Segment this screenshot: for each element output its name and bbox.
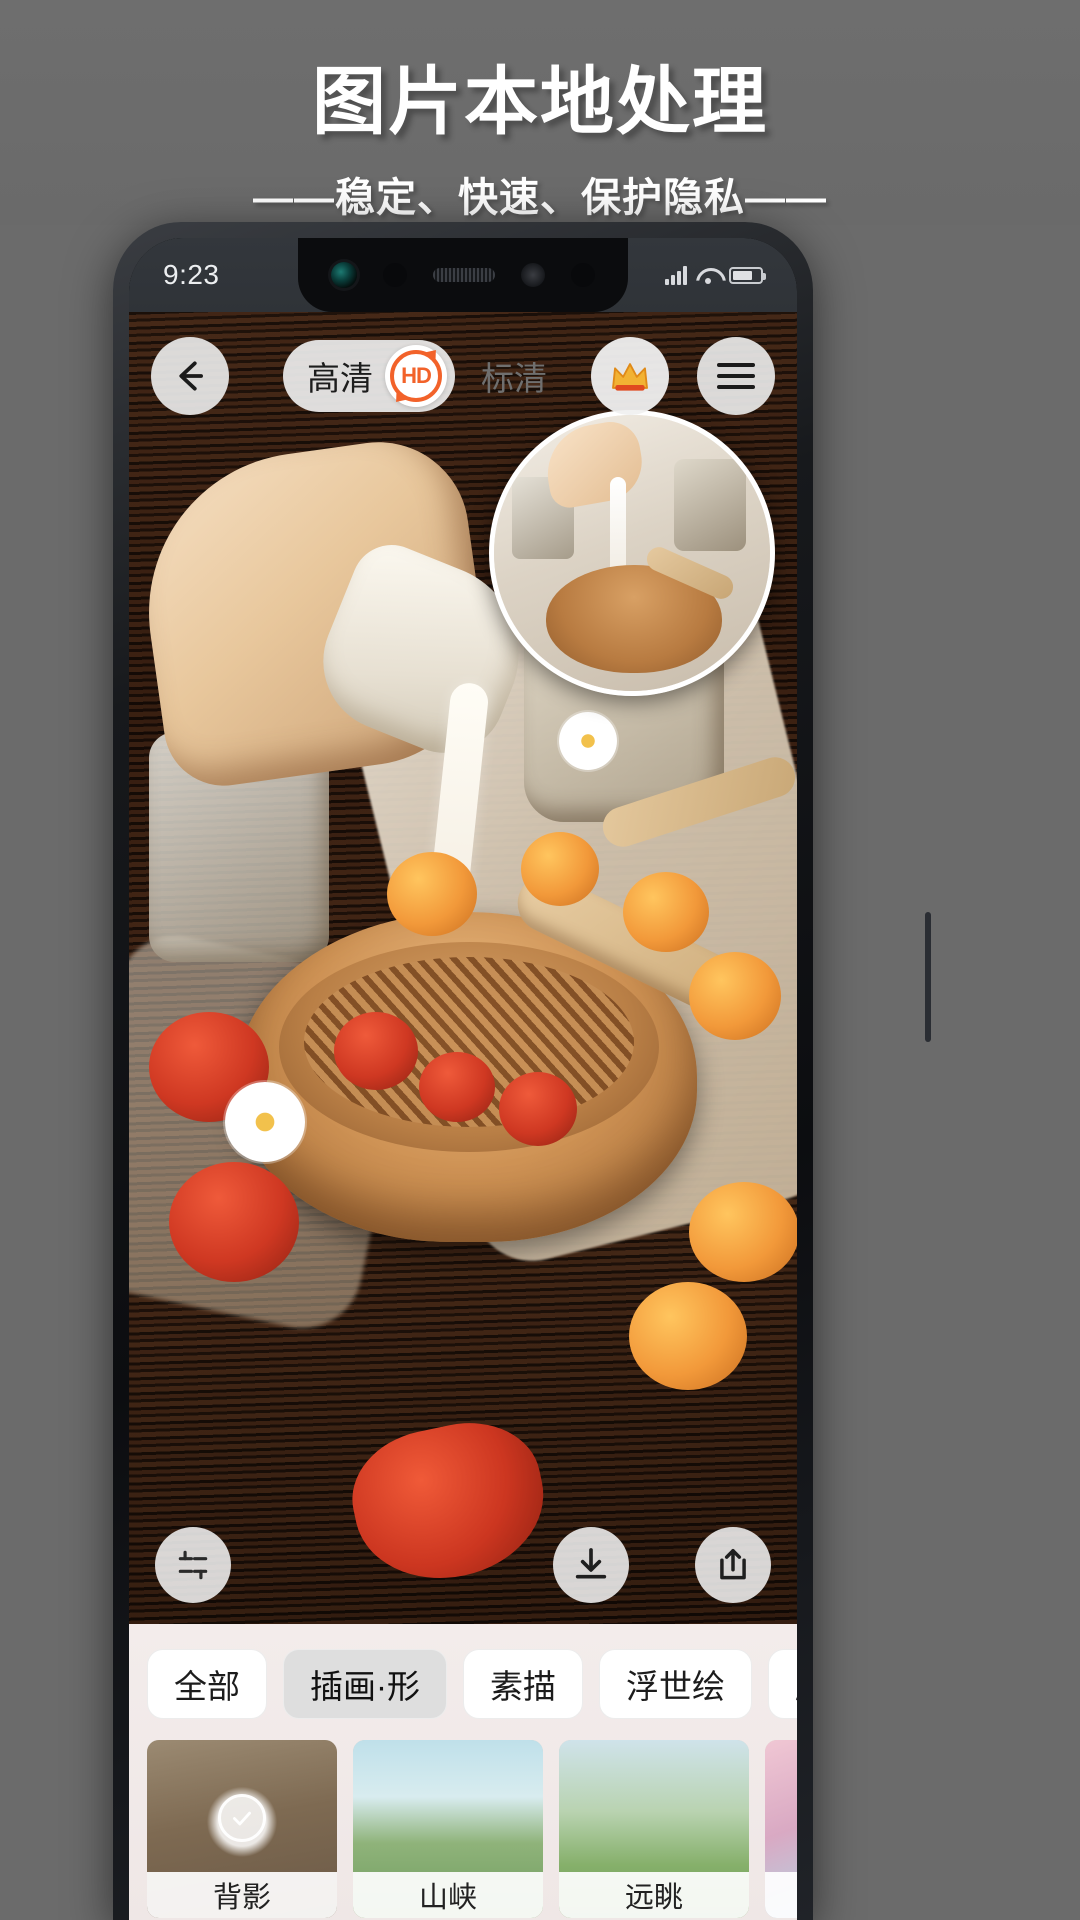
preview-jar-right <box>674 459 746 551</box>
status-time: 9:23 <box>163 259 220 290</box>
page-title: 图片本地处理 <box>312 60 768 143</box>
original-preview-bubble[interactable] <box>489 410 775 696</box>
check-icon <box>218 1794 266 1843</box>
photo-daisy <box>559 712 617 770</box>
photo-daisy <box>225 1082 305 1162</box>
chip-woodblock[interactable]: 版画 <box>768 1649 797 1719</box>
menu-button[interactable] <box>697 337 775 415</box>
vip-crown-button[interactable] <box>591 337 669 415</box>
proximity-sensor-icon <box>383 263 407 287</box>
photo-fruit <box>387 852 477 936</box>
photo-fruit <box>419 1052 495 1122</box>
thumb-label <box>765 1872 797 1918</box>
quality-hd-label[interactable]: 高清 <box>307 352 379 400</box>
photo-fruit <box>334 1012 418 1090</box>
chip-illustration[interactable]: 插画·形 <box>283 1649 447 1719</box>
share-button[interactable] <box>695 1527 771 1603</box>
style-thumb[interactable]: 远眺 <box>559 1740 749 1918</box>
hd-icon: HD <box>390 350 442 402</box>
ir-sensor-icon <box>521 263 545 287</box>
photo-action-right-group <box>553 1527 771 1603</box>
style-category-chips: 全部 插画·形 素描 浮世绘 版画 水 <box>129 1642 797 1726</box>
style-panel: 全部 插画·形 素描 浮世绘 版画 水 背影 <box>129 1624 797 1920</box>
earpiece-speaker-icon <box>433 268 495 282</box>
back-arrow-icon <box>179 361 203 391</box>
top-toolbar: 高清 HD 标清 <box>129 330 797 422</box>
promo-header: 图片本地处理 ——稳定、快速、保护隐私—— <box>0 0 1080 225</box>
download-icon <box>575 1548 607 1579</box>
phone-screen-bezel: 9:23 高清 HD 标清 全部 插画·形 素描 浮世绘 背影 山峡 远眺 <box>129 238 797 1920</box>
back-button[interactable] <box>151 337 229 415</box>
page-subtitle: ——稳定、快速、保护隐私—— <box>253 176 827 220</box>
style-thumb[interactable]: 山峡 <box>353 1740 543 1918</box>
photo-fruit <box>629 1282 747 1390</box>
photo-fruit <box>169 1162 299 1282</box>
signal-bars-icon <box>665 265 687 285</box>
photo-fruit <box>623 872 709 952</box>
style-thumb[interactable] <box>765 1740 797 1918</box>
download-button[interactable] <box>553 1527 629 1603</box>
quality-segmented-control[interactable]: 高清 HD <box>283 340 455 412</box>
crown-icon <box>612 363 648 391</box>
share-icon <box>720 1549 746 1580</box>
style-thumb-selected[interactable]: 背影 <box>147 1740 337 1918</box>
hamburger-menu-icon <box>717 363 755 389</box>
photo-fruit <box>521 832 599 906</box>
chip-sketch[interactable]: 素描 <box>463 1649 583 1719</box>
quality-sd-label[interactable]: 标清 <box>481 352 553 400</box>
power-button[interactable] <box>925 912 931 1042</box>
thumb-label: 远眺 <box>559 1872 749 1918</box>
app-screen: 9:23 高清 HD 标清 全部 插画·形 素描 浮世绘 背影 山峡 远眺 <box>129 238 797 1920</box>
thumb-label: 背影 <box>147 1872 337 1918</box>
thumb-label: 山峡 <box>353 1872 543 1918</box>
compare-button[interactable] <box>155 1527 231 1603</box>
photo-fruit <box>499 1072 577 1146</box>
photo-canvas[interactable]: 高清 HD 标清 <box>129 312 797 1624</box>
phone-mockup: 9:23 高清 HD 标清 全部 插画·形 素描 浮世绘 背影 山峡 远眺 <box>113 222 931 1920</box>
photo-action-bar <box>129 1522 797 1608</box>
chip-ukiyoe[interactable]: 浮世绘 <box>599 1649 752 1719</box>
status-icons <box>665 265 766 285</box>
photo-fruit <box>689 952 781 1040</box>
photo-fruit <box>689 1182 797 1282</box>
wifi-icon <box>696 266 720 284</box>
ambient-sensor-icon <box>571 263 595 287</box>
chip-all[interactable]: 全部 <box>147 1649 267 1719</box>
front-camera-icon <box>331 262 357 288</box>
compare-icon <box>178 1550 208 1580</box>
phone-notch <box>298 238 628 312</box>
style-thumbnail-list: 背影 山峡 远眺 <box>129 1726 797 1918</box>
hd-toggle-button[interactable]: HD <box>385 345 447 407</box>
battery-icon <box>729 266 766 284</box>
